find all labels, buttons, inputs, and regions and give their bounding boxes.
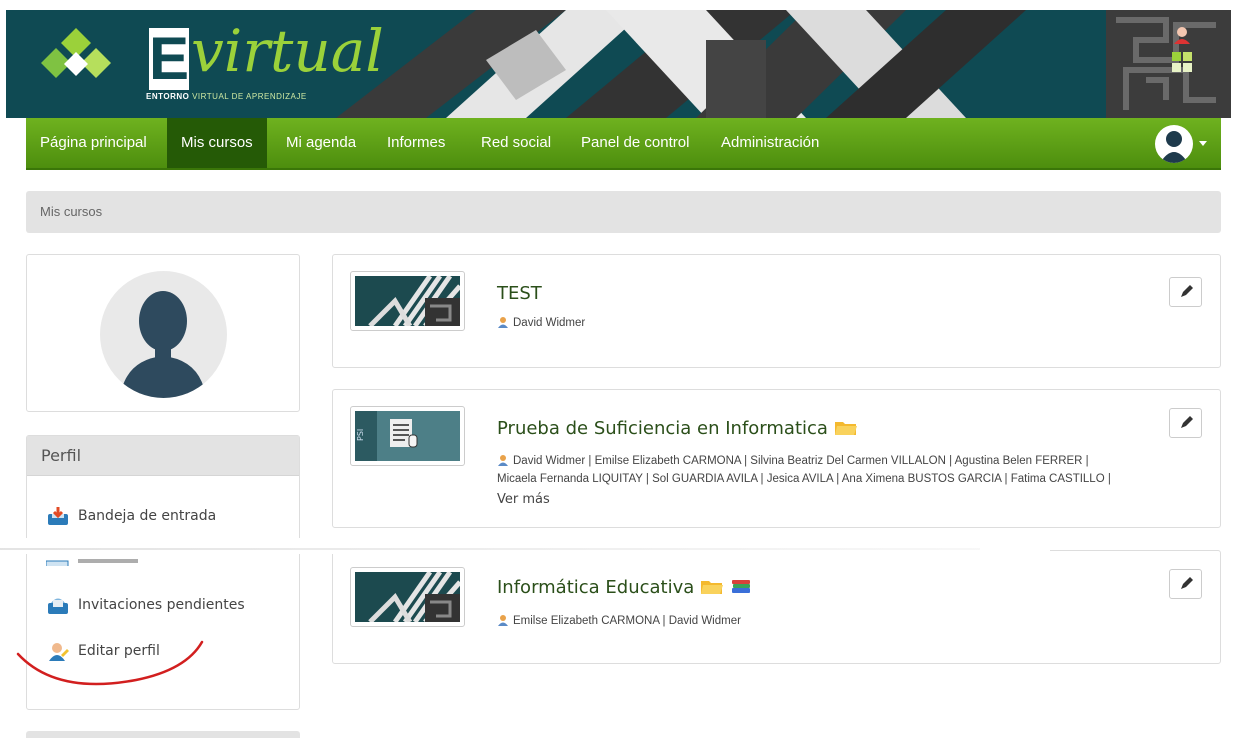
nav-item-administracion[interactable]: Administración (721, 118, 819, 168)
evirtual-logo[interactable]: E virtual ENTORNO VIRTUAL DE APRENDIZAJE (36, 18, 384, 108)
folder-icon (701, 581, 724, 594)
course-card-psi: PSI Prueba de Suficiencia en Informatica… (332, 389, 1221, 528)
nav-item-red-social[interactable]: Red social (481, 118, 551, 168)
red-annotation-stroke (16, 640, 204, 686)
header-banner: E virtual ENTORNO VIRTUAL DE APRENDIZAJE (6, 10, 1231, 118)
psi-thumbnail-icon: PSI (355, 411, 460, 461)
course-title[interactable]: Prueba de Suficiencia en Informatica (497, 418, 858, 439)
teacher-icon (498, 615, 508, 626)
inbox-icon (48, 507, 68, 525)
course-title[interactable]: Informática Educativa (497, 577, 752, 598)
avatar (100, 271, 227, 398)
course-teachers: Emilse Elizabeth CARMONA | David Widmer (497, 612, 741, 630)
chevron-down-icon[interactable] (1199, 141, 1207, 146)
pencil-icon (1181, 285, 1193, 297)
breadcrumb: Mis cursos (26, 191, 1221, 233)
course-thumbnail[interactable] (350, 271, 465, 331)
course-thumbnail[interactable]: PSI (350, 406, 465, 466)
user-avatar-menu[interactable] (1155, 125, 1193, 163)
teacher-icon (498, 317, 508, 328)
nav-item-informes[interactable]: Informes (387, 118, 445, 168)
scan-tear-shadow (0, 548, 980, 550)
course-card-test: TEST David Widmer (332, 254, 1221, 368)
edit-course-button[interactable] (1169, 408, 1202, 438)
books-icon (731, 580, 750, 593)
course-teachers: David Widmer | Emilse Elizabeth CARMONA … (497, 455, 1111, 485)
logo-diamonds-icon (41, 28, 111, 78)
nav-item-home[interactable]: Página principal (40, 118, 147, 168)
svg-text:PSI: PSI (356, 429, 365, 441)
course-pattern-icon (355, 276, 460, 326)
logo-script: virtual (191, 17, 384, 85)
main-nav: Página principal Mis cursos Mi agenda In… (26, 118, 1221, 170)
course-thumbnail[interactable] (350, 567, 465, 627)
compose-icon (46, 559, 138, 566)
next-panel-header (26, 731, 300, 738)
nav-item-mis-cursos[interactable]: Mis cursos (167, 118, 267, 168)
edit-course-button[interactable] (1169, 569, 1202, 599)
default-avatar-icon (120, 291, 206, 398)
ver-mas-link[interactable]: Ver más (497, 492, 550, 507)
pencil-icon (1181, 577, 1193, 589)
nav-item-agenda[interactable]: Mi agenda (286, 118, 356, 168)
perfil-title: Perfil (27, 436, 299, 476)
course-card-informatica-educativa: Informática Educativa Emilse Elizabeth C… (332, 550, 1221, 664)
teacher-icon (498, 455, 508, 466)
nav-item-panel-control[interactable]: Panel de control (581, 118, 689, 168)
user-silhouette-icon (1160, 131, 1188, 163)
fehas-badge (1169, 22, 1195, 82)
scan-tear (0, 538, 1050, 554)
course-teachers: David Widmer (497, 314, 585, 332)
edit-course-button[interactable] (1169, 277, 1202, 307)
logo-subtitle: ENTORNO VIRTUAL DE APRENDIZAJE (146, 92, 307, 101)
course-pattern-icon (355, 572, 460, 622)
course-title[interactable]: TEST (497, 283, 542, 304)
invitations-icon (48, 598, 68, 614)
perfil-item-compose[interactable] (46, 554, 246, 566)
folder-icon (834, 422, 857, 435)
logo-letter: E (149, 25, 190, 92)
profile-avatar-card (26, 254, 300, 412)
pencil-icon (1181, 416, 1193, 428)
